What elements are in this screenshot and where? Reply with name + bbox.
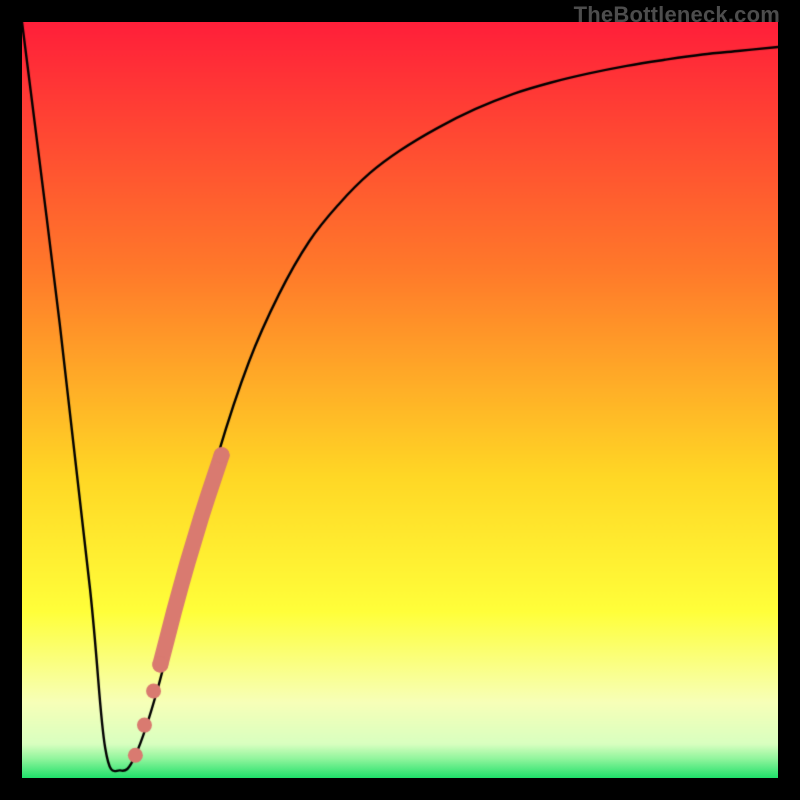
bottleneck-chart <box>22 22 778 778</box>
watermark-label: TheBottleneck.com <box>574 2 780 28</box>
